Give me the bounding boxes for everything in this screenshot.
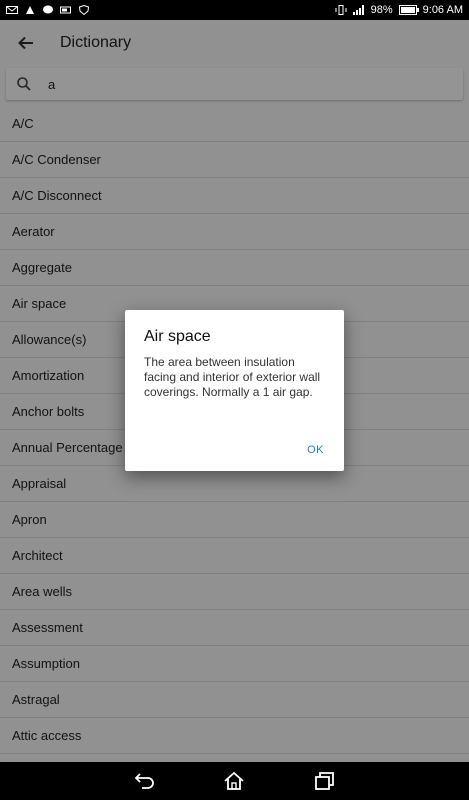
nav-recents-button[interactable] — [310, 767, 338, 795]
cleaner-icon — [24, 5, 36, 15]
definition-dialog: Air space The area between insulation fa… — [125, 310, 344, 471]
dialog-title: Air space — [144, 328, 211, 345]
screen: 98% 9:06 AM Dictionary A/CA/C CondenserA… — [0, 0, 469, 800]
ok-button[interactable]: OK — [307, 444, 324, 456]
battery-saver-icon — [60, 5, 72, 15]
chat-icon — [42, 5, 54, 15]
status-bar: 98% 9:06 AM — [0, 0, 469, 20]
back-arrow-icon — [134, 773, 154, 789]
vibrate-icon — [335, 5, 347, 15]
signal-icon — [352, 5, 365, 15]
recents-icon — [315, 772, 335, 790]
status-left-icons — [6, 5, 90, 15]
nav-back-button[interactable] — [131, 767, 159, 795]
battery-icon — [398, 5, 419, 15]
battery-percent: 98% — [370, 4, 393, 16]
home-icon — [224, 771, 245, 790]
shield-icon — [78, 5, 90, 15]
dialog-body: The area between insulation facing and i… — [144, 355, 321, 399]
clock: 9:06 AM — [422, 4, 463, 16]
mail-icon — [6, 5, 18, 15]
navigation-bar — [0, 762, 469, 800]
status-right: 98% 9:06 AM — [335, 4, 463, 16]
battery-fill — [400, 7, 415, 13]
nav-home-button[interactable] — [220, 767, 248, 795]
